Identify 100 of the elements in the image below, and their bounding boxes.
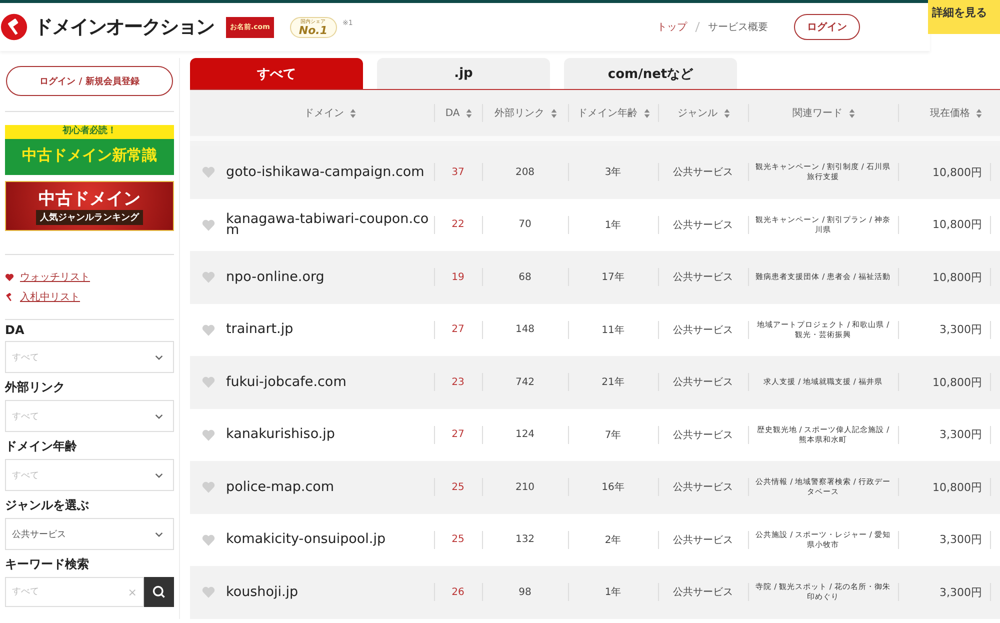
sort-icon[interactable] (466, 108, 472, 118)
heart-icon[interactable] (202, 586, 214, 598)
sidebar-link[interactable]: 入札中リスト (5, 290, 174, 304)
domain-name[interactable]: kanagawa-tabiwari-coupon.com (226, 214, 432, 236)
table-cell: 25 (452, 534, 464, 546)
table-cell-text: 2年 (604, 534, 622, 547)
table-cell: 98 (518, 586, 532, 598)
table-cell: 10,800円 (932, 270, 982, 285)
table-cell: 742 (515, 376, 535, 388)
table-cell: 27 (452, 429, 464, 440)
table-cell: 68 (518, 272, 532, 283)
column-header[interactable]: ドメイン (304, 106, 344, 120)
table-cell: 3,300円 (940, 427, 982, 442)
sort-icon[interactable] (644, 108, 650, 118)
filter-label: キーワード検索 (5, 556, 90, 573)
table-cell-text: 3年 (604, 166, 622, 180)
table-cell: 37 (452, 166, 464, 178)
sort-icon[interactable] (350, 108, 356, 118)
promo-banner[interactable]: 初心者必読！ 中古ドメイン新常識 (5, 125, 174, 175)
table-cell-text: 16年 (602, 481, 624, 494)
domain-name[interactable]: goto-ishikawa-campaign.com (226, 166, 432, 178)
filter-tab[interactable]: すべて (190, 58, 363, 89)
heart-icon[interactable] (202, 534, 214, 546)
heart-icon[interactable] (202, 166, 214, 178)
filter-tab[interactable]: com/netなど (564, 58, 737, 89)
table-cell-text: 11年 (602, 324, 624, 337)
column-header[interactable]: ジャンル (678, 106, 718, 120)
details-tab[interactable]: 詳細を見る (928, 0, 1000, 34)
table-cell-text: 7年 (604, 428, 622, 442)
nav-link[interactable]: サービス概要 (708, 20, 768, 34)
table-cell: 26 (452, 586, 464, 598)
column-header[interactable]: ドメイン年齢 (578, 106, 638, 120)
table-cell: 10,800円 (932, 164, 982, 180)
filter-label: ジャンルを選ぶ (5, 497, 90, 514)
login-button[interactable]: ログイン (794, 14, 860, 40)
table-cell: 148 (515, 324, 535, 336)
table-cell-text: 公共サービス (673, 270, 733, 284)
filter-label: DA (5, 323, 26, 337)
sidebar-link[interactable]: ウォッチリスト (5, 270, 174, 284)
sort-icon[interactable] (550, 108, 556, 118)
promo-banner[interactable]: 中古ドメイン 人気ジャンルランキング (5, 181, 174, 231)
domain-name[interactable]: koushoji.jp (226, 586, 432, 598)
search-button[interactable] (144, 577, 174, 607)
table-cell-text: 21年 (602, 376, 624, 390)
table-cell: 25 (452, 482, 464, 493)
table-cell-text: 公共サービス (673, 428, 733, 442)
heart-icon[interactable] (202, 324, 214, 336)
column-header[interactable]: 関連ワード (792, 106, 842, 120)
sort-icon[interactable] (976, 108, 982, 118)
sort-icon[interactable] (724, 108, 730, 118)
heart-icon[interactable] (202, 218, 214, 231)
heart-icon[interactable] (202, 428, 214, 441)
heart-icon[interactable] (202, 481, 214, 494)
login-register-button[interactable]: ログイン / 新規会員登録 (6, 66, 173, 96)
table-cell: 70 (518, 219, 532, 230)
sort-icon[interactable] (848, 108, 854, 118)
column-header[interactable]: 外部リンク (494, 106, 544, 120)
table-cell: 10,800円 (932, 217, 982, 232)
table-cell-text: 公共サービス (673, 166, 733, 180)
column-header[interactable]: DA (445, 108, 460, 118)
table-cell-text: 公共サービス (673, 586, 733, 600)
nav-link[interactable]: トップ (657, 20, 687, 34)
domain-name[interactable]: police-map.com (226, 482, 432, 493)
table-cell-text: 公共サービス (673, 324, 733, 337)
table-cell-text: 公共サービス (673, 218, 733, 232)
table-cell: 10,800円 (932, 374, 982, 390)
filter-label: 外部リンク (5, 379, 66, 396)
table-cell-text: 公共サービス (673, 480, 733, 494)
table-cell: 19 (452, 272, 464, 283)
table-cell-text: 公共サービス (673, 534, 733, 547)
gavel-icon (5, 292, 14, 302)
table-cell-text: 17年 (602, 271, 624, 284)
table-cell: 3,300円 (940, 584, 982, 600)
domain-name[interactable]: trainart.jp (226, 324, 432, 336)
site-logo[interactable]: ドメインオークション (34, 14, 214, 40)
search-icon (152, 585, 166, 599)
table-cell: 124 (515, 429, 535, 440)
table-cell: 132 (515, 534, 535, 546)
table-cell: 210 (515, 482, 535, 493)
table-cell: 23 (452, 376, 464, 388)
chevron-down-icon (155, 414, 163, 418)
domain-name[interactable]: fukui-jobcafe.com (226, 376, 432, 388)
filter-label: ドメイン年齢 (5, 438, 78, 455)
filter-tab[interactable]: .jp (377, 58, 550, 89)
table-cell: 10,800円 (932, 480, 982, 495)
column-header[interactable]: 現在価格 (930, 106, 970, 120)
domain-name[interactable]: komakicity-onsuipool.jp (226, 534, 432, 546)
table-cell: 22 (452, 219, 464, 230)
table-cell: 3,300円 (940, 532, 982, 548)
heart-icon[interactable] (202, 271, 214, 284)
heart-icon[interactable] (202, 376, 214, 388)
domain-name[interactable]: kanakurishiso.jp (226, 429, 432, 440)
chevron-down-icon (155, 532, 163, 536)
filter-select[interactable]: 公共サービス (5, 518, 174, 550)
heart-icon (5, 272, 14, 282)
table-cell-text: 公共サービス (673, 376, 733, 390)
table-cell: 27 (452, 324, 464, 336)
table-cell: 208 (515, 166, 535, 178)
domain-name[interactable]: npo-online.org (226, 272, 432, 283)
table-cell-text: 1年 (604, 218, 622, 232)
